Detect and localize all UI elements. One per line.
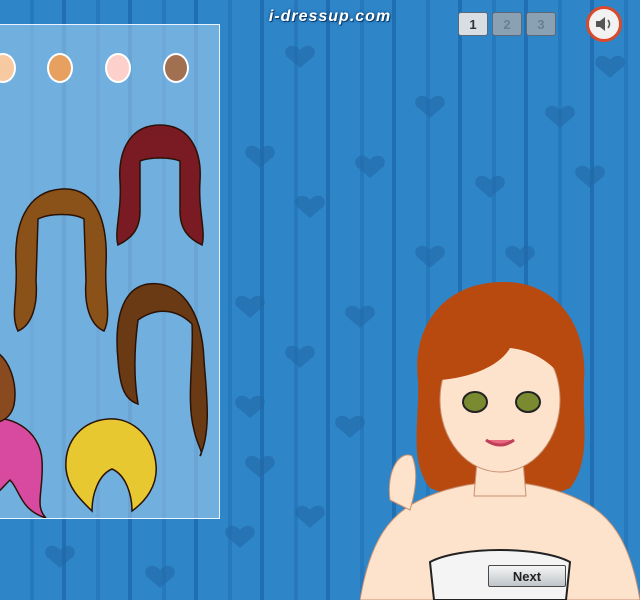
character-model [360, 281, 640, 600]
skin-swatch-4[interactable] [163, 53, 189, 83]
speaker-icon [596, 17, 611, 31]
model-left-eye [462, 391, 488, 413]
page-button-3[interactable]: 3 [526, 12, 556, 36]
page-button-1[interactable]: 1 [458, 12, 488, 36]
page-selector: 1 2 3 [458, 12, 556, 38]
skin-swatch-2[interactable] [47, 53, 73, 83]
model-right-eye [515, 391, 541, 413]
next-button[interactable]: Next [488, 565, 566, 587]
hairstyle-option-2[interactable] [4, 185, 119, 335]
hairstyle-option-6[interactable] [0, 345, 20, 425]
hairstyle-option-1[interactable] [110, 121, 210, 251]
site-logo[interactable]: i-dressup.com [244, 6, 416, 28]
sound-toggle-button[interactable] [586, 6, 622, 42]
model-hand [388, 454, 417, 511]
skin-swatch-1[interactable] [0, 53, 16, 83]
page-button-2[interactable]: 2 [492, 12, 522, 36]
hairstyle-option-4[interactable] [0, 410, 50, 519]
hairstyle-option-5[interactable] [62, 415, 162, 519]
hairstyle-panel [0, 24, 220, 519]
skin-swatch-3[interactable] [105, 53, 131, 83]
